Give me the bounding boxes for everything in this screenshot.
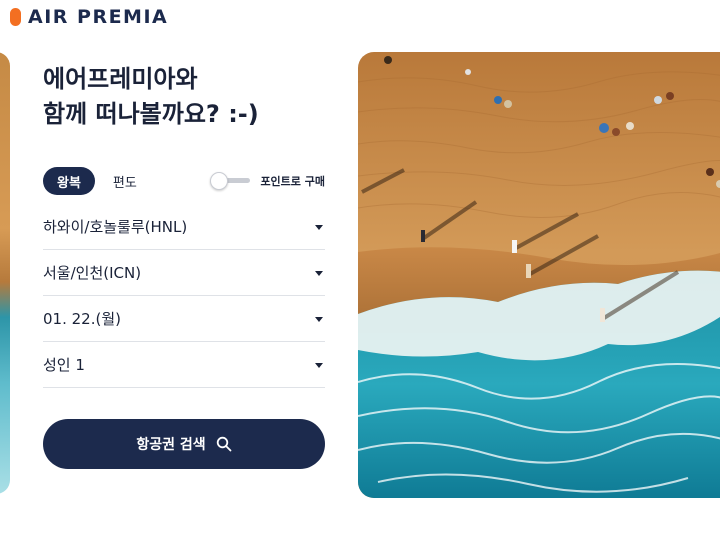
flight-search-panel: 에어프레미아와 함께 떠나볼까요? :-) 왕복 편도 포인트로 구매 하와이/… bbox=[43, 62, 325, 469]
logo-wordmark: AIR PREMIA bbox=[28, 6, 169, 28]
destination-value: 서울/인천(ICN) bbox=[43, 264, 142, 282]
tab-one-way[interactable]: 편도 bbox=[113, 172, 137, 191]
points-toggle-group: 포인트로 구매 bbox=[210, 172, 325, 190]
passenger-value: 성인 1 bbox=[43, 356, 85, 374]
chevron-down-icon bbox=[315, 225, 323, 230]
hero-beach-image bbox=[358, 52, 720, 498]
page-title: 에어프레미아와 함께 떠나볼까요? :-) bbox=[43, 62, 325, 132]
previous-slide-image bbox=[0, 52, 10, 494]
points-toggle-label: 포인트로 구매 bbox=[260, 175, 325, 188]
search-flights-button[interactable]: 항공권 검색 bbox=[43, 419, 325, 469]
headline-line-1: 에어프레미아와 bbox=[43, 65, 198, 93]
headline-line-2: 함께 떠나볼까요? :-) bbox=[43, 100, 259, 128]
origin-select[interactable]: 하와이/호놀룰루(HNL) bbox=[43, 204, 325, 250]
points-toggle[interactable] bbox=[210, 172, 252, 190]
date-select[interactable]: 01. 22.(월) bbox=[43, 296, 325, 342]
trip-type-row: 왕복 편도 포인트로 구매 bbox=[43, 167, 325, 195]
toggle-knob bbox=[210, 172, 229, 190]
origin-value: 하와이/호놀룰루(HNL) bbox=[43, 218, 188, 236]
brand-logo[interactable]: AIR PREMIA bbox=[10, 6, 168, 28]
search-button-label: 항공권 검색 bbox=[136, 437, 206, 453]
beach-illustration bbox=[358, 52, 720, 498]
search-icon bbox=[216, 436, 232, 452]
chevron-down-icon bbox=[315, 271, 323, 276]
passenger-select[interactable]: 성인 1 bbox=[43, 342, 325, 388]
destination-select[interactable]: 서울/인천(ICN) bbox=[43, 250, 325, 296]
chevron-down-icon bbox=[315, 317, 323, 322]
date-value: 01. 22.(월) bbox=[43, 310, 121, 328]
search-fields: 하와이/호놀룰루(HNL) 서울/인천(ICN) 01. 22.(월) 성인 1 bbox=[43, 204, 325, 388]
tab-round-trip[interactable]: 왕복 bbox=[43, 167, 95, 195]
chevron-down-icon bbox=[315, 363, 323, 368]
logo-mark bbox=[10, 8, 21, 26]
